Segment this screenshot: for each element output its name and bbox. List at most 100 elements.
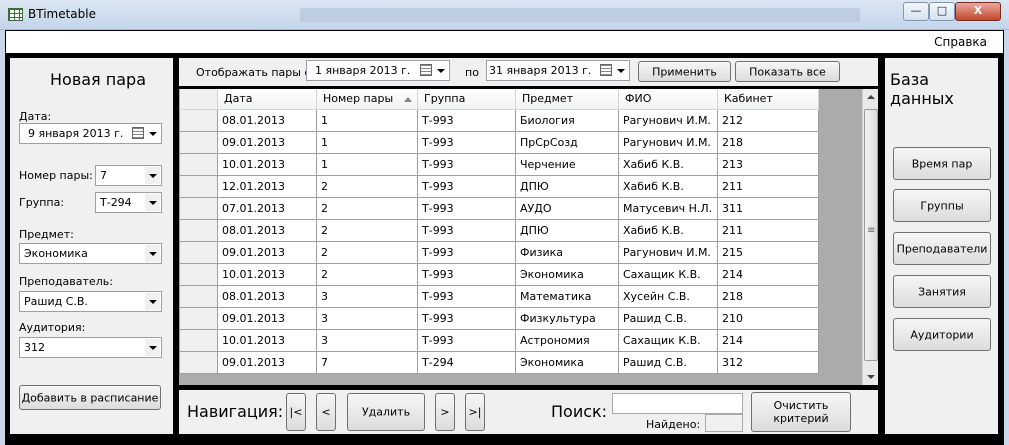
cell-teacher[interactable]: Сахащик К.В. [618,328,718,352]
column-header-group[interactable]: Группа [417,89,516,110]
cell-subject[interactable]: ДПЮ [515,174,619,198]
cell-pair-number[interactable]: 1 [316,130,418,154]
table-row[interactable]: 08.01.2013 1 Т-993 Биология Рагунович И.М. 21… [179,108,819,132]
cell-subject[interactable]: Экономика [515,262,619,286]
cell-group[interactable]: Т-993 [417,328,516,352]
cell-date[interactable]: 10.01.2013 [217,262,317,286]
cell-group[interactable]: Т-294 [417,350,516,374]
table-row[interactable]: 12.01.2013 2 Т-993 ДПЮ Хабиб К.В. 211 [179,174,819,198]
table-row[interactable]: 10.01.2013 3 Т-993 Астрономия Сахащик К.В. 21… [179,328,819,352]
row-header[interactable] [179,196,218,220]
minimize-button[interactable]: — [903,2,929,21]
table-row[interactable]: 09.01.2013 3 Т-993 Физкультура Рашид С.В. 210 [179,306,819,330]
cell-group[interactable]: Т-993 [417,240,516,264]
cell-teacher[interactable]: Рашид С.В. [618,350,718,374]
cell-teacher[interactable]: Сахащик К.В. [618,262,718,286]
cell-teacher[interactable]: Рагунович И.М. [618,240,718,264]
row-header[interactable] [179,174,218,198]
cell-date[interactable]: 08.01.2013 [217,218,317,242]
cell-group[interactable]: Т-993 [417,306,516,330]
cell-group[interactable]: Т-993 [417,152,516,176]
cell-pair-number[interactable]: 2 [316,240,418,264]
cell-date[interactable]: 09.01.2013 [217,130,317,154]
column-header-date[interactable]: Дата [217,89,317,110]
calendar-icon[interactable] [132,127,144,139]
close-button[interactable]: X [955,2,1001,21]
scroll-up-icon[interactable] [863,89,879,105]
cell-date[interactable]: 09.01.2013 [217,240,317,264]
cell-date[interactable]: 08.01.2013 [217,284,317,308]
cell-date[interactable]: 08.01.2013 [217,108,317,132]
row-header[interactable] [179,240,218,264]
table-row[interactable]: 09.01.2013 2 Т-993 Физика Рагунович И.М. 215 [179,240,819,264]
cell-date[interactable]: 09.01.2013 [217,350,317,374]
cell-subject[interactable]: Физика [515,240,619,264]
cell-teacher[interactable]: Хабиб К.В. [618,174,718,198]
cell-room[interactable]: 211 [717,218,819,242]
cell-teacher[interactable]: Рагунович И.М. [618,130,718,154]
table-row[interactable]: 08.01.2013 2 Т-993 ДПЮ Хабиб К.В. 211 [179,218,819,242]
show-all-button[interactable]: Показать все [735,61,840,82]
cell-subject[interactable]: Астрономия [515,328,619,352]
classes-button[interactable]: Занятия [893,275,991,308]
cell-group[interactable]: Т-993 [417,108,516,132]
cell-room[interactable]: 211 [717,174,819,198]
table-row[interactable]: 09.01.2013 7 Т-294 Экономика Рашид С.В. 312 [179,350,819,374]
menu-item-help[interactable]: Справка [934,35,987,49]
column-header-teacher[interactable]: ФИО [618,89,718,110]
table-row[interactable]: 07.01.2013 2 Т-993 АУДО Матусевич Н.Л. 311 [179,196,819,220]
rooms-button[interactable]: Аудитории [893,318,991,351]
cell-subject[interactable]: ДПЮ [515,218,619,242]
from-date-picker[interactable]: 1 января 2013 г. [306,60,450,81]
column-header-room[interactable]: Кабинет [717,89,819,110]
teacher-select[interactable]: Рашид С.В. [19,291,162,312]
row-header[interactable] [179,108,218,132]
cell-room[interactable]: 214 [717,328,819,352]
scrollbar-thumb[interactable] [864,109,878,361]
apply-button[interactable]: Применить [638,61,731,82]
first-record-button[interactable]: |< [286,393,306,431]
cell-group[interactable]: Т-993 [417,284,516,308]
date-picker[interactable]: 9 января 2013 г. [19,123,162,144]
cell-pair-number[interactable]: 3 [316,284,418,308]
cell-date[interactable]: 12.01.2013 [217,174,317,198]
cell-date[interactable]: 10.01.2013 [217,328,317,352]
cell-teacher[interactable]: Рашид С.В. [618,306,718,330]
chevron-down-icon[interactable] [145,194,160,211]
search-input[interactable] [612,393,743,414]
cell-pair-number[interactable]: 3 [316,328,418,352]
groups-button[interactable]: Группы [893,189,991,222]
subject-select[interactable]: Экономика [19,243,162,264]
column-header-pair-number[interactable]: Номер пары [316,89,418,110]
chevron-down-icon[interactable] [145,339,160,356]
cell-room[interactable]: 311 [717,196,819,220]
to-date-picker[interactable]: 31 января 2013 г. [486,60,630,81]
table-row[interactable]: 09.01.2013 1 Т-993 ПрСрСозд Рагунович И.М. 21… [179,130,819,154]
previous-record-button[interactable]: < [316,393,336,431]
cell-room[interactable]: 210 [717,306,819,330]
row-header[interactable] [179,306,218,330]
cell-pair-number[interactable]: 2 [316,218,418,242]
cell-pair-number[interactable]: 3 [316,306,418,330]
cell-group[interactable]: Т-993 [417,196,516,220]
scroll-down-icon[interactable] [863,369,879,385]
maximize-button[interactable]: □ [929,2,955,21]
schedule-grid[interactable]: Дата Номер пары Группа Предмет ФИО Кабин… [179,89,878,385]
teachers-button[interactable]: Преподаватели [893,232,991,265]
row-header[interactable] [179,328,218,352]
row-header[interactable] [179,218,218,242]
cell-teacher[interactable]: Рагунович И.М. [618,108,718,132]
chevron-down-icon[interactable] [613,62,628,79]
chevron-down-icon[interactable] [145,125,160,142]
cell-subject[interactable]: АУДО [515,196,619,220]
cell-date[interactable]: 09.01.2013 [217,306,317,330]
cell-room[interactable]: 215 [717,240,819,264]
cell-group[interactable]: Т-993 [417,130,516,154]
cell-pair-number[interactable]: 2 [316,174,418,198]
cell-date[interactable]: 07.01.2013 [217,196,317,220]
cell-subject[interactable]: Математика [515,284,619,308]
chevron-down-icon[interactable] [145,293,160,310]
row-header[interactable] [179,152,218,176]
room-select[interactable]: 312 [19,337,162,358]
table-row[interactable]: 08.01.2013 3 Т-993 Математика Хусейн С.В. 218 [179,284,819,308]
